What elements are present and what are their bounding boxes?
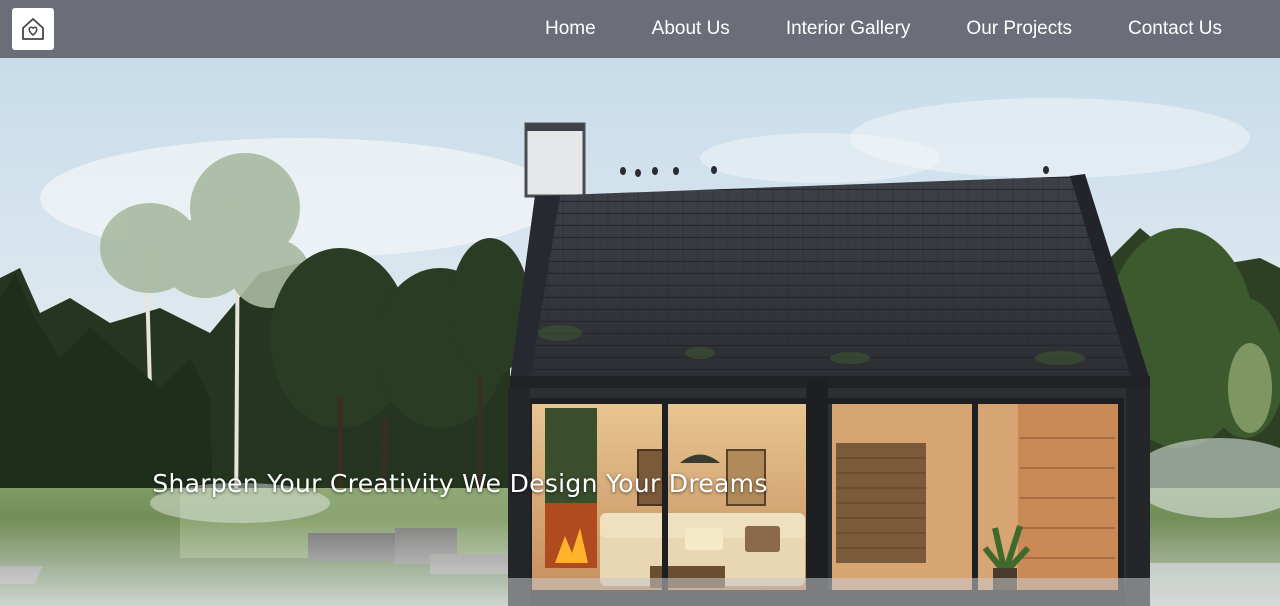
navbar: Home About Us Interior Gallery Our Proje… xyxy=(0,0,1280,58)
hero-image xyxy=(0,58,1280,606)
nav-home[interactable]: Home xyxy=(545,18,596,40)
hero-tagline-text: Sharpen Your Creativity We Design Your D… xyxy=(152,469,768,498)
nav-our-projects[interactable]: Our Projects xyxy=(966,18,1072,40)
hero-section: Sharpen Your Creativity We Design Your D… xyxy=(0,58,1280,606)
nav-interior-gallery[interactable]: Interior Gallery xyxy=(786,18,911,40)
logo[interactable] xyxy=(12,8,54,50)
nav-contact-us[interactable]: Contact Us xyxy=(1128,18,1222,40)
house-heart-icon xyxy=(22,18,44,40)
main-nav: Home About Us Interior Gallery Our Proje… xyxy=(545,0,1280,58)
nav-about-us[interactable]: About Us xyxy=(652,18,730,40)
hero-tagline: Sharpen Your Creativity We Design Your D… xyxy=(0,469,1280,498)
